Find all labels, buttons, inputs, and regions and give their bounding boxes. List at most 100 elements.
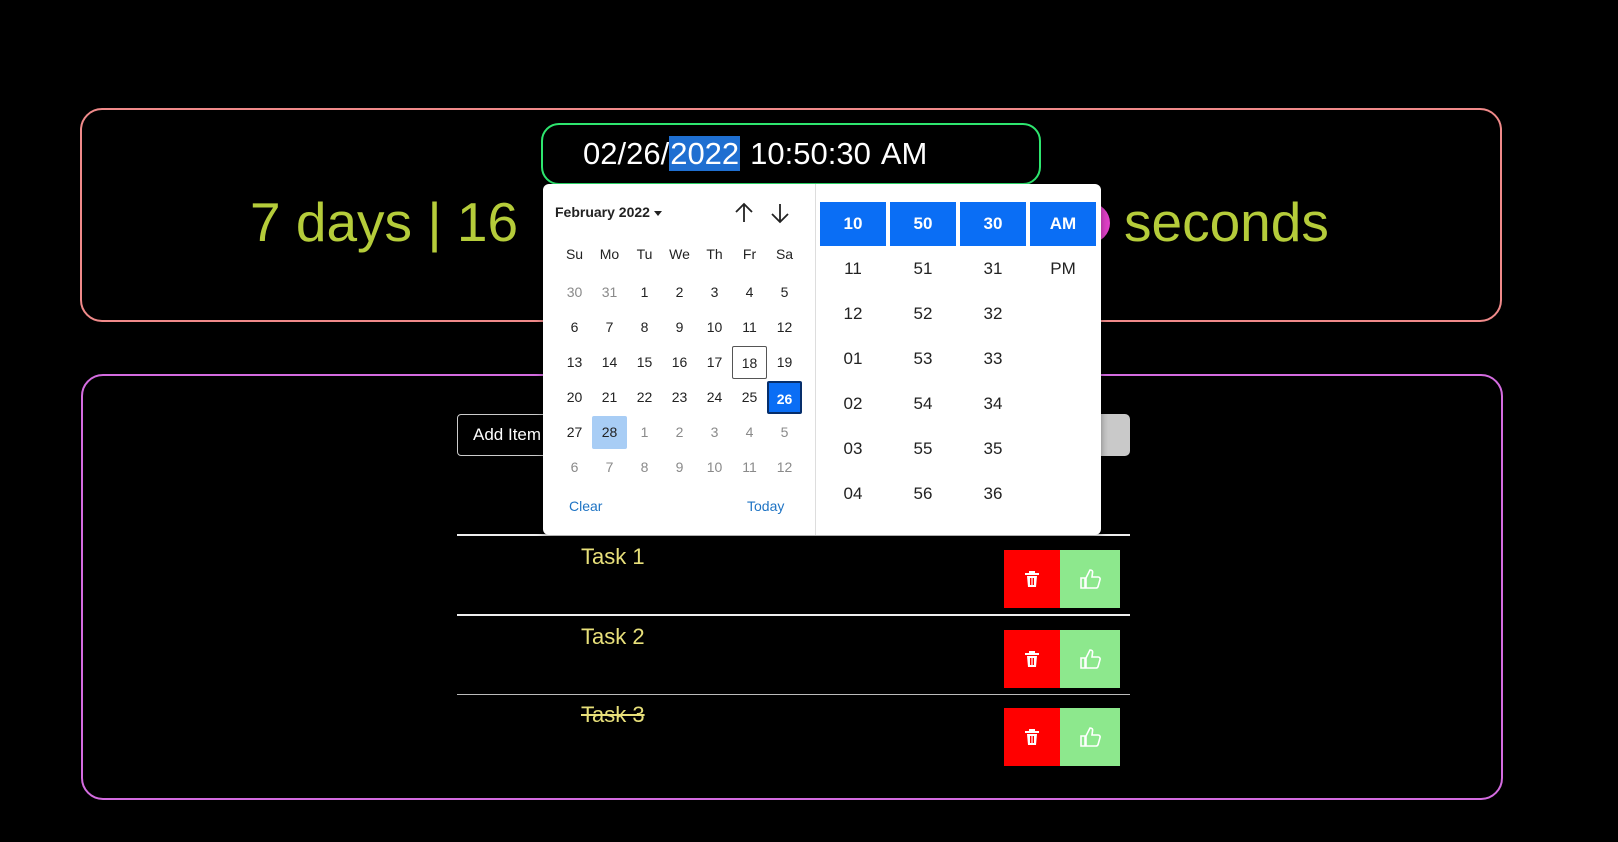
calendar-day[interactable]: 26 <box>767 381 802 414</box>
minute-option[interactable]: 51 <box>890 246 956 291</box>
calendar-day[interactable]: 14 <box>592 346 627 379</box>
calendar-day[interactable]: 25 <box>732 381 767 414</box>
minute-option[interactable]: 50 <box>890 202 956 246</box>
complete-task-button[interactable] <box>1060 630 1120 688</box>
trash-icon <box>1025 729 1039 745</box>
second-option[interactable]: 33 <box>960 336 1026 381</box>
calendar-day[interactable]: 19 <box>767 346 802 379</box>
second-option[interactable]: 31 <box>960 246 1026 291</box>
today-button[interactable]: Today <box>747 498 784 514</box>
calendar-day[interactable]: 11 <box>732 311 767 344</box>
calendar-day[interactable]: 12 <box>767 451 802 484</box>
calendar-day[interactable]: 8 <box>627 451 662 484</box>
minute-option[interactable]: 52 <box>890 291 956 336</box>
calendar-day[interactable]: 20 <box>557 381 592 414</box>
hour-option[interactable]: 12 <box>820 291 886 336</box>
calendar-week: 20 21 22 23 24 25 26 <box>557 381 802 416</box>
calendar-day[interactable]: 12 <box>767 311 802 344</box>
calendar-day[interactable]: 24 <box>697 381 732 414</box>
calendar-day[interactable]: 10 <box>697 311 732 344</box>
weekday-header: Mo <box>599 246 620 262</box>
weekday-header: We <box>669 246 690 262</box>
task-label: Task 1 <box>581 544 645 569</box>
calendar-day[interactable]: 15 <box>627 346 662 379</box>
task-label: Task 3 <box>581 702 645 727</box>
thumbs-up-icon <box>1080 569 1101 589</box>
period-option[interactable]: AM <box>1030 202 1096 246</box>
calendar-day[interactable]: 17 <box>697 346 732 379</box>
calendar-day[interactable]: 11 <box>732 451 767 484</box>
calendar-day[interactable]: 6 <box>557 311 592 344</box>
time-segment[interactable]: 10:50:30 <box>750 136 871 171</box>
countdown-seconds-label: seconds <box>1124 191 1329 253</box>
calendar-day[interactable]: 21 <box>592 381 627 414</box>
calendar-day[interactable]: 1 <box>627 276 662 309</box>
arrow-down-icon <box>771 204 789 224</box>
second-option[interactable]: 30 <box>960 202 1026 246</box>
calendar-day[interactable]: 23 <box>662 381 697 414</box>
calendar-day[interactable]: 7 <box>592 311 627 344</box>
calendar-day[interactable]: 5 <box>767 276 802 309</box>
minute-option[interactable]: 55 <box>890 426 956 471</box>
calendar-day[interactable]: 18 <box>732 346 767 379</box>
ampm-segment[interactable]: AM <box>881 136 928 171</box>
hour-option[interactable]: 04 <box>820 471 886 516</box>
delete-task-button[interactable] <box>1004 550 1060 608</box>
calendar-day[interactable]: 22 <box>627 381 662 414</box>
calendar-day[interactable]: 9 <box>662 451 697 484</box>
calendar-day[interactable]: 31 <box>592 276 627 309</box>
calendar-day[interactable]: 3 <box>697 416 732 449</box>
next-month-button[interactable] <box>767 200 793 226</box>
calendar-day[interactable]: 10 <box>697 451 732 484</box>
minutes-column: 50 51 52 53 54 55 56 <box>890 202 956 516</box>
trash-icon <box>1025 651 1039 667</box>
month-label: February 2022 <box>555 204 650 220</box>
calendar-day[interactable]: 3 <box>697 276 732 309</box>
calendar-day[interactable]: 2 <box>662 276 697 309</box>
calendar-day[interactable]: 16 <box>662 346 697 379</box>
hour-option[interactable]: 11 <box>820 246 886 291</box>
weekday-header: Fr <box>742 246 757 262</box>
calendar-day[interactable]: 4 <box>732 276 767 309</box>
thumbs-up-icon <box>1080 649 1101 669</box>
calendar-day[interactable]: 5 <box>767 416 802 449</box>
calendar-day[interactable]: 6 <box>557 451 592 484</box>
weekday-header: Su <box>565 246 584 262</box>
delete-task-button[interactable] <box>1004 630 1060 688</box>
hour-option[interactable]: 10 <box>820 202 886 246</box>
calendar-day[interactable]: 30 <box>557 276 592 309</box>
second-option[interactable]: 32 <box>960 291 1026 336</box>
hour-option[interactable]: 03 <box>820 426 886 471</box>
calendar-day[interactable]: 28 <box>592 416 627 449</box>
second-option[interactable]: 36 <box>960 471 1026 516</box>
calendar-week: 30 31 1 2 3 4 5 <box>557 276 802 311</box>
calendar-day[interactable]: 1 <box>627 416 662 449</box>
clear-button[interactable]: Clear <box>569 498 602 514</box>
calendar-week: 13 14 15 16 17 18 19 <box>557 346 802 381</box>
calendar-day[interactable]: 9 <box>662 311 697 344</box>
calendar-day[interactable]: 2 <box>662 416 697 449</box>
delete-task-button[interactable] <box>1004 708 1060 766</box>
second-option[interactable]: 35 <box>960 426 1026 471</box>
complete-task-button[interactable] <box>1060 550 1120 608</box>
add-item-input[interactable]: Add Item <box>457 414 557 456</box>
calendar-day[interactable]: 7 <box>592 451 627 484</box>
calendar-day[interactable]: 27 <box>557 416 592 449</box>
period-option[interactable]: PM <box>1030 246 1096 291</box>
minute-option[interactable]: 54 <box>890 381 956 426</box>
calendar-day[interactable]: 4 <box>732 416 767 449</box>
complete-task-button[interactable] <box>1060 708 1120 766</box>
datetime-input[interactable]: 02/26/2022 10:50:30 AM <box>541 123 1041 185</box>
period-column: AM PM <box>1030 202 1096 291</box>
second-option[interactable]: 34 <box>960 381 1026 426</box>
calendar-day[interactable]: 13 <box>557 346 592 379</box>
hour-option[interactable]: 01 <box>820 336 886 381</box>
hour-option[interactable]: 02 <box>820 381 886 426</box>
minute-option[interactable]: 53 <box>890 336 956 381</box>
year-segment[interactable]: 2022 <box>669 136 741 171</box>
month-selector[interactable]: February 2022 <box>555 204 662 220</box>
minute-option[interactable]: 56 <box>890 471 956 516</box>
calendar-day[interactable]: 8 <box>627 311 662 344</box>
previous-month-button[interactable] <box>731 200 757 226</box>
hours-column: 10 11 12 01 02 03 04 <box>820 202 886 516</box>
